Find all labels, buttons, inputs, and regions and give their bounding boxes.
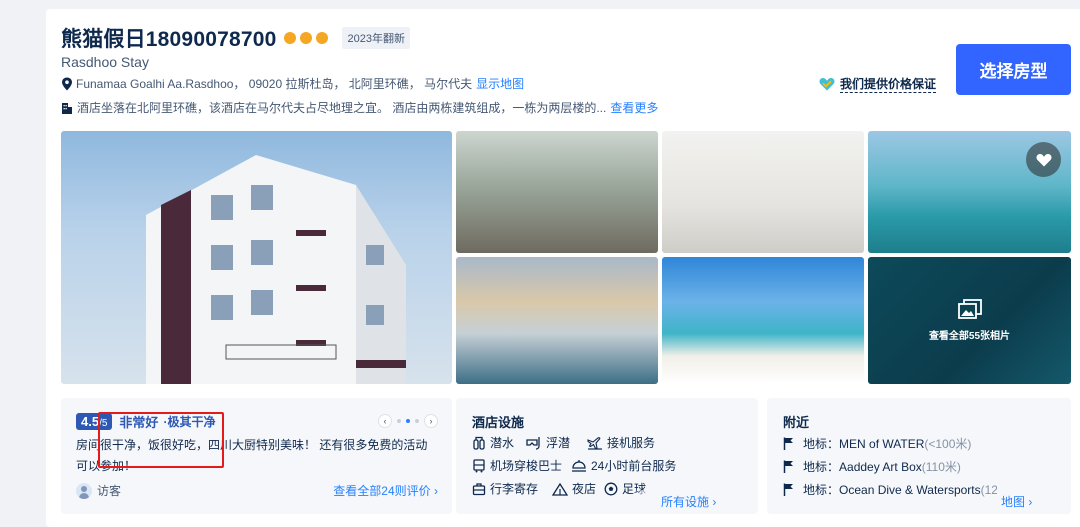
facility-diving: 潜水 [472, 434, 514, 451]
hotel-photo-pool-sunset[interactable] [456, 257, 658, 384]
chevron-left-icon[interactable]: ‹ [378, 414, 392, 428]
page-dot[interactable] [415, 419, 419, 423]
hotel-description: 酒店坐落在北阿里环礁，该酒店在马尔代夫占尽地理之宜。 酒店由两栋建筑组成，一栋为… [77, 101, 607, 115]
page-dot-active[interactable] [406, 419, 410, 423]
view-all-photos-label: 查看全部55张相片 [928, 331, 1011, 342]
reviewer-name: 访客 [97, 484, 122, 498]
address-row: Funamaa Goalhi Aa.Rasdhoo， 09020 拉斯杜岛， 北… [61, 75, 524, 92]
price-guarantee-label: 我们提供价格保证 [840, 77, 937, 93]
review-pager: ‹ › [378, 414, 438, 428]
nearby-item[interactable]: 地标： Aaddey Art Box (110米) [783, 458, 961, 475]
hotel-english-name: Rasdhoo Stay [61, 54, 149, 70]
hotel-photo-bathroom[interactable] [662, 131, 864, 253]
front-desk-icon [572, 459, 586, 472]
title-row: 熊猫假日18090078700 2023年翻新 [61, 23, 410, 53]
chevron-right-icon[interactable]: › [424, 414, 438, 428]
select-room-button[interactable]: 选择房型 [956, 44, 1071, 95]
all-facilities-link[interactable]: 所有设施 › [661, 493, 716, 510]
highlight-tag: 极其干净 [163, 413, 215, 430]
hotel-card: 熊猫假日18090078700 2023年翻新 Rasdhoo Stay Fun… [46, 9, 1080, 527]
flag-icon [783, 483, 793, 496]
hotel-photo-courtyard[interactable] [456, 131, 658, 253]
nearby-title: 附近 [783, 415, 810, 430]
hotel-photo-beach[interactable] [662, 257, 864, 384]
facilities-title: 酒店设施 [472, 415, 525, 430]
score-row: 4.5/5 非常好 极其干净 [76, 412, 215, 431]
see-more-link[interactable]: 查看更多 [610, 99, 658, 116]
show-map-link[interactable]: 显示地图 [476, 75, 524, 92]
shuttle-bus-icon [473, 458, 485, 472]
review-text: 房间很干净，饭很好吃，四川大厨特别美味！ 还有很多免费的活动可以参加！ [76, 438, 428, 473]
nightclub-icon [552, 482, 568, 496]
star-icon [284, 32, 297, 44]
nearby-item[interactable]: 地标： MEN of WATER (<100米) [783, 435, 971, 452]
heart-icon[interactable] [1026, 142, 1061, 177]
heart-check-icon [819, 78, 835, 91]
hotel-photo-island-aerial[interactable] [868, 131, 1071, 253]
hotel-main-photo[interactable] [61, 131, 452, 384]
star-icon [316, 32, 329, 44]
description-row: 酒店坐落在北阿里环礁，该酒店在马尔代夫占尽地理之宜。 酒店由两栋建筑组成，一栋为… [61, 99, 658, 116]
hotel-building-image [146, 155, 406, 384]
reviewer: 访客 [76, 482, 121, 499]
flag-icon [783, 437, 793, 450]
facility-nightclub: 夜店 [552, 480, 596, 497]
flag-icon [783, 460, 793, 473]
facility-snorkeling: 浮潜 [526, 434, 570, 451]
nearby-map-link[interactable]: 地图 › [997, 493, 1033, 510]
avatar [76, 482, 92, 499]
hotel-name[interactable]: 熊猫假日18090078700 [61, 23, 276, 53]
airport-pickup-icon [587, 436, 602, 450]
star-rating [284, 32, 332, 44]
view-all-photos-tile[interactable]: 查看全部55张相片 [868, 257, 1071, 384]
all-reviews-link[interactable]: 查看全部24则评价 › [333, 482, 438, 499]
star-icon [300, 32, 313, 44]
score-badge: 4.5/5 [76, 413, 113, 430]
image-stack-icon [957, 299, 982, 319]
hotel-address: Funamaa Goalhi Aa.Rasdhoo， 09020 拉斯杜岛， 北… [76, 77, 473, 91]
view-all-photos[interactable]: 查看全部55张相片 [868, 299, 1071, 342]
facilities-box: 酒店设施 潜水 浮潜 接机服务 机场穿梭巴士 24小时前台服务 行李寄存 夜店 … [456, 398, 758, 514]
football-icon [604, 482, 618, 495]
nearby-box: 附近 地标： MEN of WATER (<100米) 地标： Aaddey Art … [767, 398, 1071, 514]
facility-24h-front-desk: 24小时前台服务 [571, 457, 676, 474]
facility-luggage-storage: 行李寄存 [472, 480, 538, 497]
price-guarantee[interactable]: 我们提供价格保证 [819, 75, 937, 93]
fade-overlay [631, 490, 659, 508]
diving-tank-icon [473, 436, 485, 450]
luggage-icon [472, 482, 486, 495]
nearby-item[interactable]: 地标： Ocean Dive & Watersports (12 [783, 481, 997, 498]
building-icon [62, 102, 72, 114]
nearby-list: 附近 地标： MEN of WATER (<100米) 地标： Aaddey Art … [767, 398, 997, 514]
snorkel-mask-icon [526, 436, 540, 450]
location-pin-icon [62, 77, 72, 90]
renovation-badge: 2023年翻新 [342, 27, 410, 49]
review-summary: 4.5/5 非常好 极其干净 ‹ › 房间很干净，饭很好吃，四川大厨特别美味！ … [61, 398, 452, 514]
page-dot[interactable] [397, 419, 401, 423]
facility-airport-pickup: 接机服务 [587, 434, 655, 451]
rating-word: 非常好 [119, 415, 159, 430]
facility-airport-shuttle: 机场穿梭巴士 [472, 457, 562, 474]
photo-gallery: 查看全部55张相片 [61, 131, 1071, 384]
